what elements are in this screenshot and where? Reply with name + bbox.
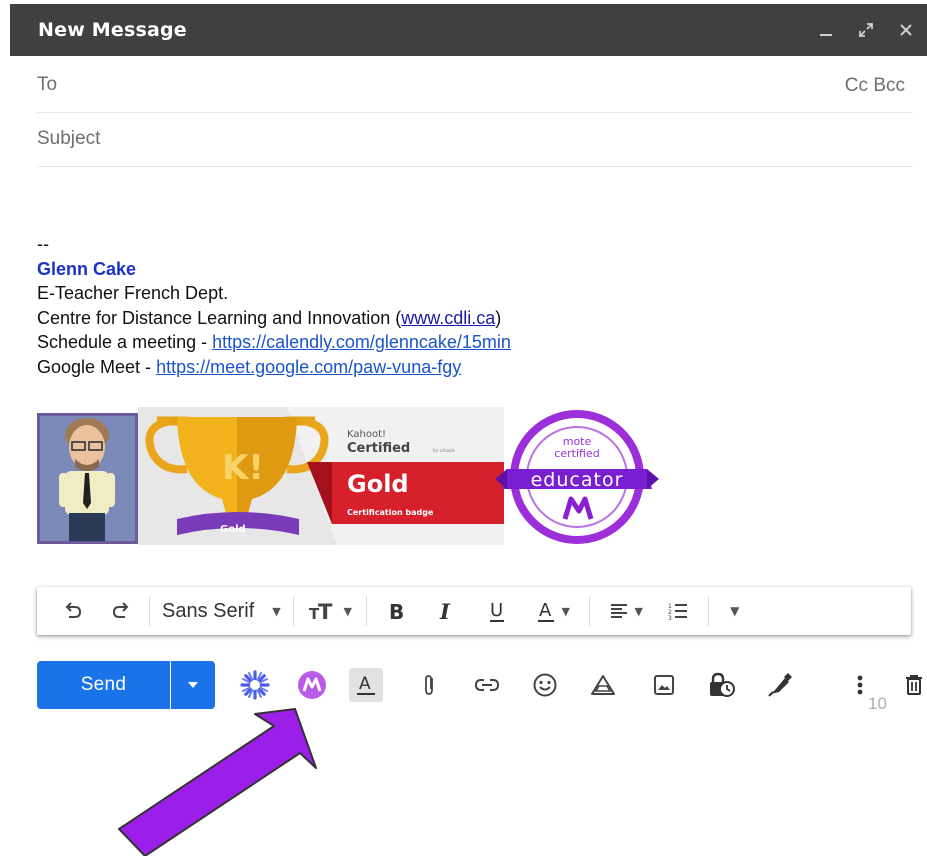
- annotation-arrow: [118, 708, 317, 856]
